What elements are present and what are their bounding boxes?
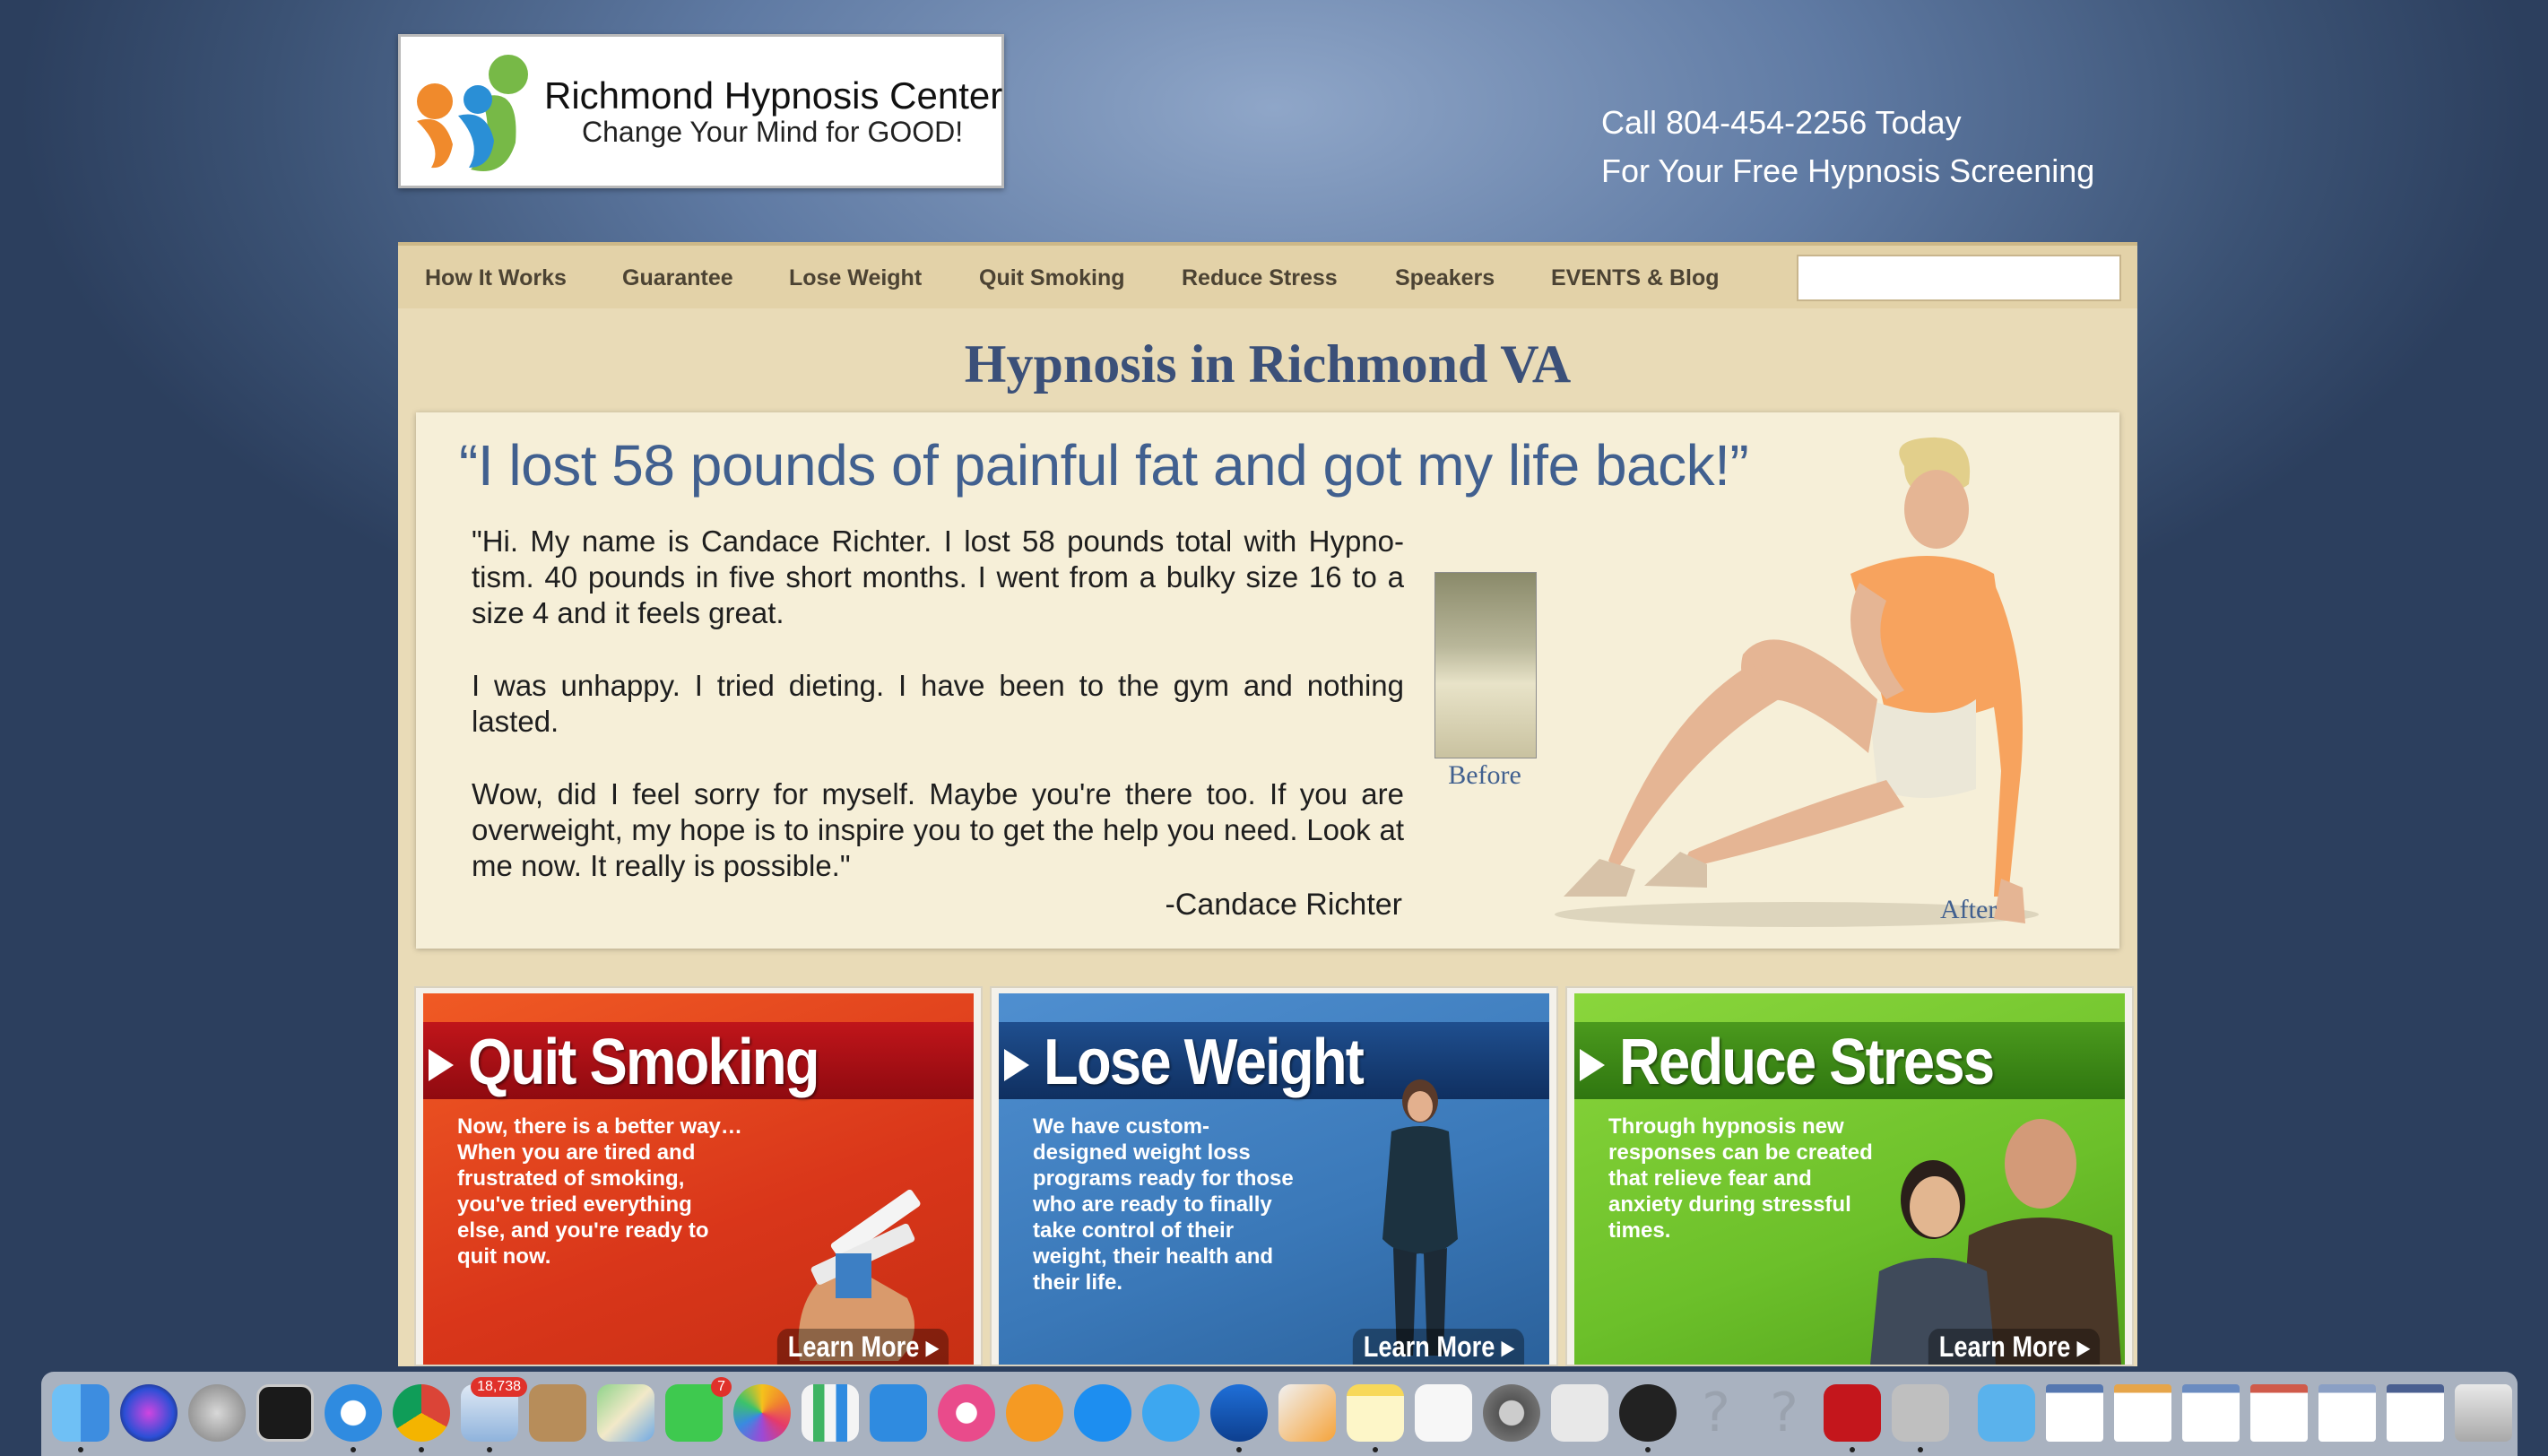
main-nav: How It Works Guarantee Lose Weight Quit …	[398, 242, 2137, 308]
window-thumbnail-icon[interactable]	[2114, 1384, 2171, 1442]
downloads-folder-icon[interactable]	[1978, 1384, 2035, 1442]
learn-more-button[interactable]: Learn More ▸	[776, 1329, 949, 1365]
lose-weight-card[interactable]: Lose Weight We have custom-designed weig…	[990, 986, 1558, 1366]
unity-icon[interactable]	[1551, 1384, 1608, 1442]
running-indicator	[419, 1447, 424, 1452]
window-thumbnail-icon[interactable]	[2182, 1384, 2240, 1442]
card-description: Now, there is a better way… When you are…	[457, 1114, 742, 1269]
testimonial-paragraph: I was unhappy. I tried dieting. I have b…	[472, 669, 1404, 738]
running-indicator	[351, 1447, 356, 1452]
trash-icon[interactable]	[2455, 1384, 2512, 1442]
search-input[interactable]	[1797, 255, 2121, 301]
mail-badge: 18,738	[471, 1377, 527, 1397]
photos-icon[interactable]	[733, 1384, 791, 1442]
main-content: Hypnosis in Richmond VA “I lost 58 pound…	[398, 308, 2137, 1366]
logo-title: Richmond Hypnosis Center	[544, 74, 1003, 117]
migration-icon[interactable]	[1210, 1384, 1268, 1452]
nav-guarantee[interactable]: Guarantee	[622, 265, 733, 291]
filezilla-icon[interactable]	[1824, 1384, 1881, 1452]
pages-icon[interactable]	[1278, 1384, 1336, 1442]
woman-figure-icon	[1382, 1079, 1458, 1356]
running-indicator	[1373, 1447, 1378, 1452]
reminders-icon[interactable]	[1415, 1384, 1472, 1442]
siri-icon[interactable]	[120, 1384, 178, 1442]
call-screening-line: For Your Free Hypnosis Screening	[1601, 152, 2095, 189]
running-indicator	[487, 1447, 492, 1452]
window-thumbnail-icon[interactable]	[2387, 1384, 2444, 1442]
itunes-icon[interactable]	[938, 1384, 995, 1442]
testimonial-paragraph: "Hi. My name is Candace Richter. I lost …	[472, 524, 1404, 629]
nav-lose-weight[interactable]: Lose Weight	[789, 265, 922, 291]
running-indicator	[1850, 1447, 1855, 1452]
macos-dock: 18,738 7 ? ?	[41, 1372, 2518, 1456]
reduce-stress-card[interactable]: Reduce Stress Through hypnosis new respo…	[1565, 986, 2134, 1366]
ibooks-icon[interactable]	[1006, 1384, 1063, 1442]
call-to-action: Call 804-454-2256 Today For Your Free Hy…	[1601, 99, 2094, 195]
launchpad-icon[interactable]	[188, 1384, 246, 1442]
nav-events-blog[interactable]: EVENTS & Blog	[1551, 265, 1720, 291]
logo[interactable]: Richmond Hypnosis Center Change Your Min…	[398, 34, 1004, 188]
unity-hub-icon[interactable]	[1619, 1384, 1677, 1452]
learn-more-button[interactable]: Learn More ▸	[1928, 1329, 2100, 1365]
after-label: After	[1940, 895, 1998, 924]
call-phone-line: Call 804-454-2256 Today	[1601, 104, 1962, 141]
couple-photo-icon	[1870, 1119, 2121, 1365]
running-indicator	[1645, 1447, 1651, 1452]
card-title: Reduce Stress	[1619, 1027, 1995, 1098]
testimonial-headline: “I lost 58 pounds of painful fat and got…	[459, 433, 1749, 498]
notes-icon[interactable]	[1347, 1384, 1404, 1452]
nav-speakers[interactable]: Speakers	[1395, 265, 1495, 291]
safari-icon[interactable]	[325, 1384, 382, 1452]
card-title: Lose Weight	[1044, 1027, 1365, 1098]
contacts-icon[interactable]	[529, 1384, 586, 1442]
learn-more-button[interactable]: Learn More ▸	[1352, 1329, 1524, 1365]
unknown-app-icon[interactable]: ?	[1687, 1384, 1745, 1442]
lose-weight-banner: Lose Weight We have custom-designed weig…	[999, 993, 1549, 1365]
nav-reduce-stress[interactable]: Reduce Stress	[1182, 265, 1338, 291]
testimonial-panel: “I lost 58 pounds of painful fat and got…	[416, 412, 2119, 949]
nav-how-it-works[interactable]: How It Works	[425, 265, 567, 291]
numbers-icon[interactable]	[802, 1384, 859, 1442]
running-indicator	[1236, 1447, 1242, 1452]
arrow-icon	[1004, 1049, 1029, 1081]
keynote-icon[interactable]	[870, 1384, 927, 1442]
finder-icon[interactable]	[52, 1384, 109, 1452]
arrow-icon	[429, 1049, 454, 1081]
testimonial-paragraph: Wow, did I feel sorry for myself. Maybe …	[472, 777, 1404, 882]
running-indicator	[1918, 1447, 1923, 1452]
maps-icon[interactable]	[597, 1384, 654, 1442]
system-preferences-icon[interactable]	[1483, 1384, 1540, 1442]
facetime-icon[interactable]: 7	[665, 1377, 732, 1442]
page-title: Hypnosis in Richmond VA	[964, 334, 1572, 394]
window-thumbnail-icon[interactable]	[2046, 1384, 2103, 1442]
quit-smoking-card[interactable]: Quit Smoking Now, there is a better way……	[414, 986, 983, 1366]
chrome-icon[interactable]	[393, 1384, 450, 1452]
messages-icon[interactable]	[1142, 1384, 1200, 1442]
facetime-badge: 7	[711, 1377, 732, 1397]
quit-smoking-banner: Quit Smoking Now, there is a better way……	[423, 993, 974, 1365]
utility-icon[interactable]	[1892, 1384, 1949, 1452]
window-thumbnail-icon[interactable]	[2318, 1384, 2376, 1442]
arrow-icon	[1580, 1049, 1605, 1081]
app-store-icon[interactable]	[1074, 1384, 1131, 1442]
logo-people-icon	[417, 55, 528, 171]
testimonial-signature: -Candace Richter	[1165, 888, 1402, 922]
nav-quit-smoking[interactable]: Quit Smoking	[979, 265, 1125, 291]
mail-icon[interactable]: 18,738	[461, 1377, 527, 1452]
card-description: We have custom-designed weight loss prog…	[1033, 1114, 1294, 1295]
before-label: Before	[1448, 760, 1521, 790]
testimonial-body: "Hi. My name is Candace Richter. I lost …	[472, 524, 1404, 921]
activity-monitor-icon[interactable]	[256, 1384, 314, 1442]
unknown-app-icon[interactable]: ?	[1755, 1384, 1813, 1442]
window-thumbnail-icon[interactable]	[2250, 1384, 2308, 1442]
after-photo	[1555, 437, 2039, 927]
card-title: Quit Smoking	[468, 1027, 819, 1098]
reduce-stress-banner: Reduce Stress Through hypnosis new respo…	[1574, 993, 2125, 1365]
running-indicator	[78, 1447, 83, 1452]
before-photo	[1434, 572, 1537, 758]
logo-tagline: Change Your Mind for GOOD!	[582, 116, 964, 148]
